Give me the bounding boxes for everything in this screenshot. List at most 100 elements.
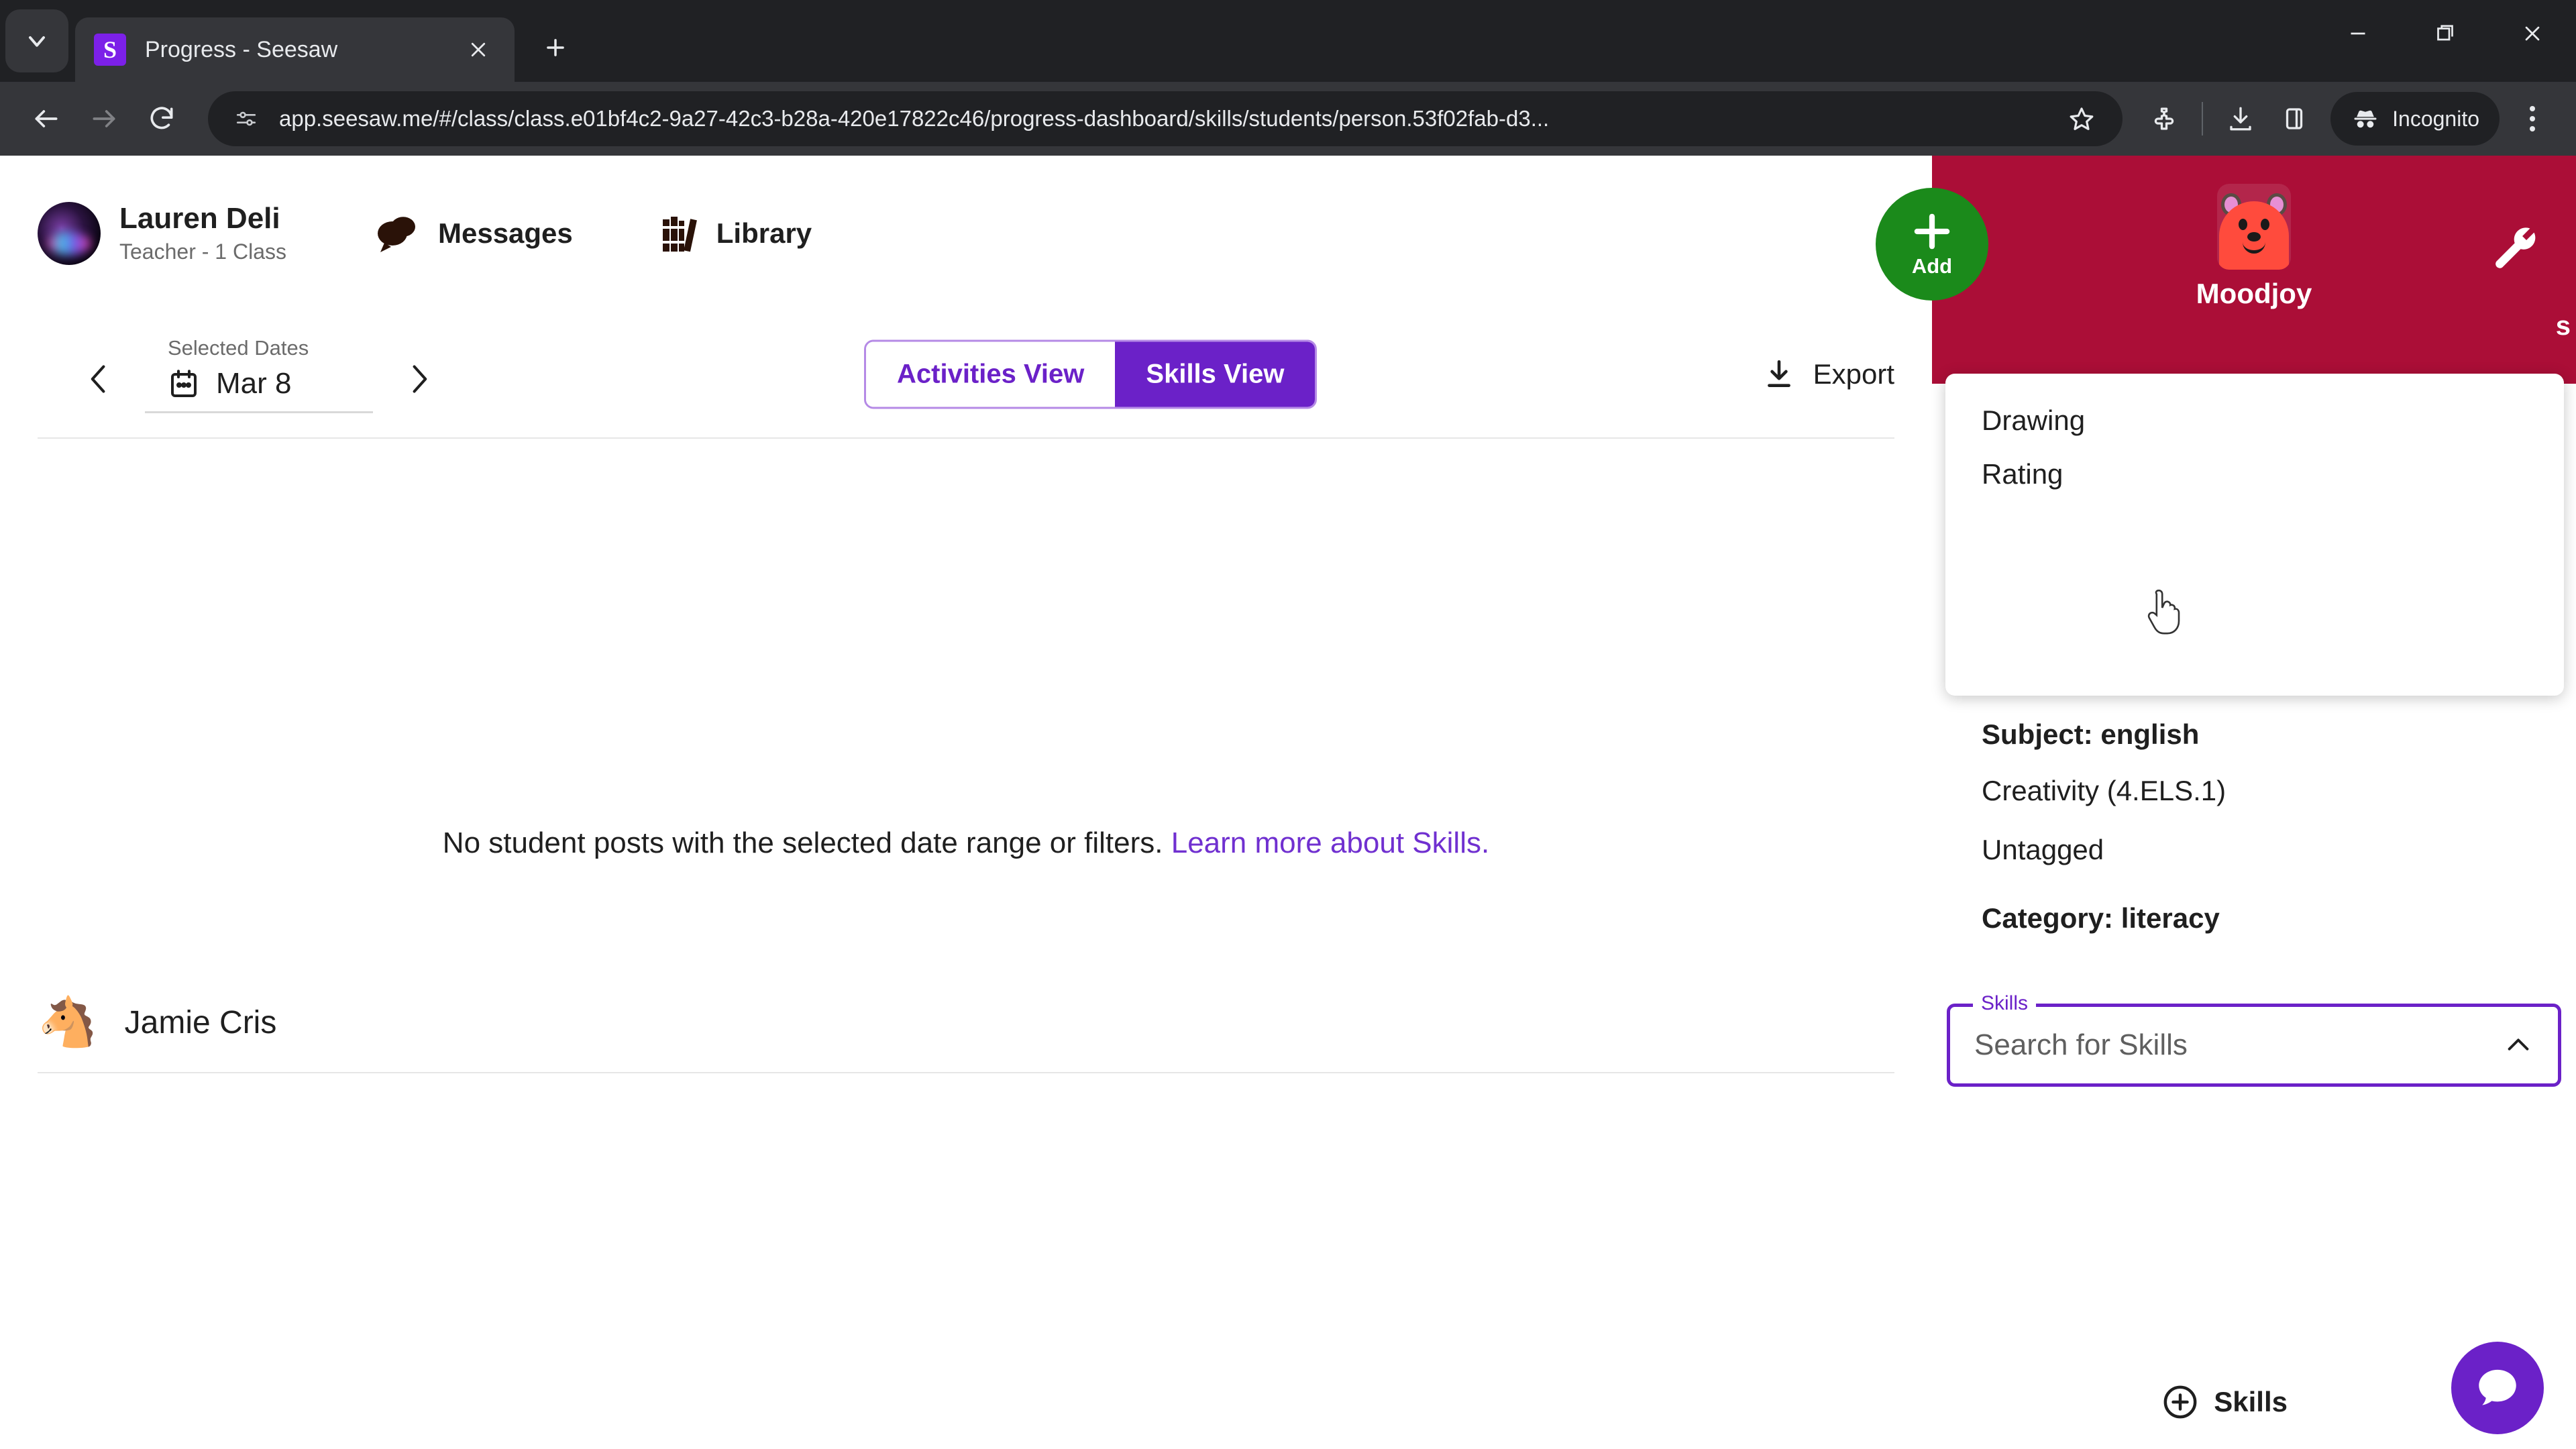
date-value-button[interactable]: Mar 8 — [145, 360, 373, 413]
extensions-icon — [2154, 107, 2174, 130]
class-banner-edge-text: s — [2555, 311, 2571, 341]
side-panel-icon — [2286, 108, 2303, 129]
user-name: Lauren Deli — [119, 201, 280, 235]
minimize-button[interactable] — [2314, 0, 2402, 67]
plus-icon — [547, 39, 564, 56]
menu-dot — [2530, 106, 2535, 111]
minimize-icon — [2351, 32, 2365, 35]
forward-button[interactable] — [75, 90, 133, 148]
class-banner: Add Moodjoy s — [1876, 156, 2576, 384]
calendar-icon — [171, 369, 197, 397]
dashboard-controls: Selected Dates Mar 8 Activities View Ski… — [38, 311, 1894, 439]
filter-group-category: Category: literacy — [1982, 902, 2220, 934]
toolbar-divider — [2202, 102, 2204, 136]
tab-close-button[interactable] — [461, 32, 496, 67]
skills-search-input[interactable]: Search for Skills — [1974, 1028, 2503, 1062]
class-settings-button[interactable] — [2483, 217, 2545, 279]
selected-dates-label: Selected Dates — [168, 335, 309, 360]
seesaw-app-header: Lauren Deli Teacher - 1 Class Messages L… — [0, 156, 2576, 384]
empty-state: No student posts with the selected date … — [0, 826, 1932, 860]
chevron-right-icon — [413, 365, 427, 392]
nav-messages[interactable]: Messages — [375, 213, 573, 254]
dropdown-option-drawing[interactable]: Drawing — [1945, 394, 2564, 447]
nav-library-label: Library — [716, 217, 812, 249]
incognito-label: Incognito — [2392, 106, 2479, 131]
browser-window: S Progress - Seesaw app.seesaw.me/#/clas… — [0, 0, 2576, 1449]
forward-arrow-icon — [93, 110, 115, 127]
downloads-button[interactable] — [2214, 92, 2267, 146]
user-profile-button[interactable]: Lauren Deli Teacher - 1 Class — [38, 202, 286, 265]
add-skills-label: Skills — [2214, 1386, 2288, 1417]
horse-emoji-avatar: 🐴 — [38, 996, 98, 1049]
add-button[interactable]: Add — [1876, 188, 1988, 301]
download-icon — [1767, 360, 1790, 387]
chevron-up-icon[interactable] — [2503, 1030, 2534, 1061]
browser-menu-button[interactable] — [2506, 93, 2559, 145]
next-date-button[interactable] — [396, 356, 443, 402]
incognito-indicator[interactable]: Incognito — [2330, 92, 2500, 146]
maximize-icon — [2437, 25, 2453, 41]
back-arrow-icon — [35, 110, 58, 127]
maximize-button[interactable] — [2402, 0, 2489, 67]
nav-messages-label: Messages — [437, 217, 573, 249]
dropdown-option-rating[interactable]: Rating — [1945, 447, 2564, 501]
skills-dropdown-panel: Drawing Rating — [1945, 374, 2564, 696]
seesaw-favicon: S — [94, 34, 126, 66]
close-icon — [2525, 26, 2540, 41]
tab-strip: S Progress - Seesaw — [0, 0, 2576, 82]
class-name: Moodjoy — [2196, 278, 2312, 309]
incognito-icon — [2354, 110, 2377, 128]
browser-toolbar: app.seesaw.me/#/class/class.e01bf4c2-9a2… — [0, 82, 2576, 156]
reload-icon — [150, 107, 173, 129]
url-text: app.seesaw.me/#/class/class.e01bf4c2-9a2… — [279, 106, 1550, 131]
add-skills-button[interactable]: Skills — [2161, 1383, 2288, 1421]
address-bar[interactable]: app.seesaw.me/#/class/class.e01bf4c2-9a2… — [208, 91, 2123, 146]
site-settings-button[interactable] — [228, 101, 264, 137]
extensions-button[interactable] — [2137, 92, 2191, 146]
reload-button[interactable] — [133, 90, 191, 148]
tab-search-button[interactable] — [5, 9, 68, 72]
tab-title: Progress - Seesaw — [145, 36, 338, 62]
chat-support-button[interactable] — [2451, 1342, 2544, 1434]
chevron-down-icon — [29, 36, 45, 47]
skills-field-legend: Skills — [1973, 992, 2037, 1015]
tab-skills-view[interactable]: Skills View — [1115, 341, 1316, 407]
star-icon — [2070, 107, 2094, 130]
page-content: Lauren Deli Teacher - 1 Class Messages L… — [0, 156, 2576, 1449]
back-button[interactable] — [17, 90, 75, 148]
student-name: Jamie Cris — [124, 1004, 277, 1040]
nav-library[interactable]: Library — [661, 214, 812, 253]
favicon-letter: S — [103, 36, 117, 63]
date-value: Mar 8 — [216, 366, 292, 400]
filter-option-untagged[interactable]: Untagged — [1945, 820, 2564, 879]
close-window-button[interactable] — [2489, 0, 2576, 67]
site-settings-icon — [236, 111, 256, 126]
filter-group-subject: Subject: english — [1982, 718, 2200, 750]
bookmark-button[interactable] — [2061, 98, 2102, 140]
avatar — [38, 202, 101, 265]
student-row[interactable]: 🐴 Jamie Cris — [38, 998, 1894, 1073]
skills-search-combobox[interactable]: Skills Search for Skills — [1947, 992, 2561, 1087]
learn-more-skills-link[interactable]: Learn more about Skills. — [1171, 826, 1489, 859]
chat-bubble-icon — [2479, 1369, 2516, 1405]
rainbow-bear-avatar[interactable] — [2217, 184, 2291, 270]
date-picker: Selected Dates Mar 8 — [75, 336, 443, 413]
downloads-icon — [2230, 107, 2251, 131]
wrench-icon — [2496, 227, 2536, 268]
user-role: Teacher - 1 Class — [119, 239, 286, 264]
new-tab-button[interactable] — [529, 21, 582, 74]
window-controls — [2314, 0, 2576, 67]
tab-activities-view[interactable]: Activities View — [866, 341, 1116, 407]
side-panel-button[interactable] — [2267, 92, 2321, 146]
chat-bubbles-icon — [377, 217, 415, 252]
filter-option-creativity[interactable]: Creativity (4.ELS.1) — [1945, 761, 2564, 820]
plus-icon — [1914, 213, 1950, 250]
prev-date-button[interactable] — [75, 356, 122, 402]
export-button[interactable]: Export — [1762, 358, 1894, 391]
view-toggle: Activities View Skills View — [864, 339, 1318, 409]
bear-eye-right — [2261, 219, 2269, 230]
browser-tab[interactable]: S Progress - Seesaw — [75, 17, 515, 82]
date-center: Selected Dates Mar 8 — [145, 336, 373, 413]
menu-dot — [2530, 116, 2535, 121]
chevron-left-icon — [91, 365, 105, 392]
